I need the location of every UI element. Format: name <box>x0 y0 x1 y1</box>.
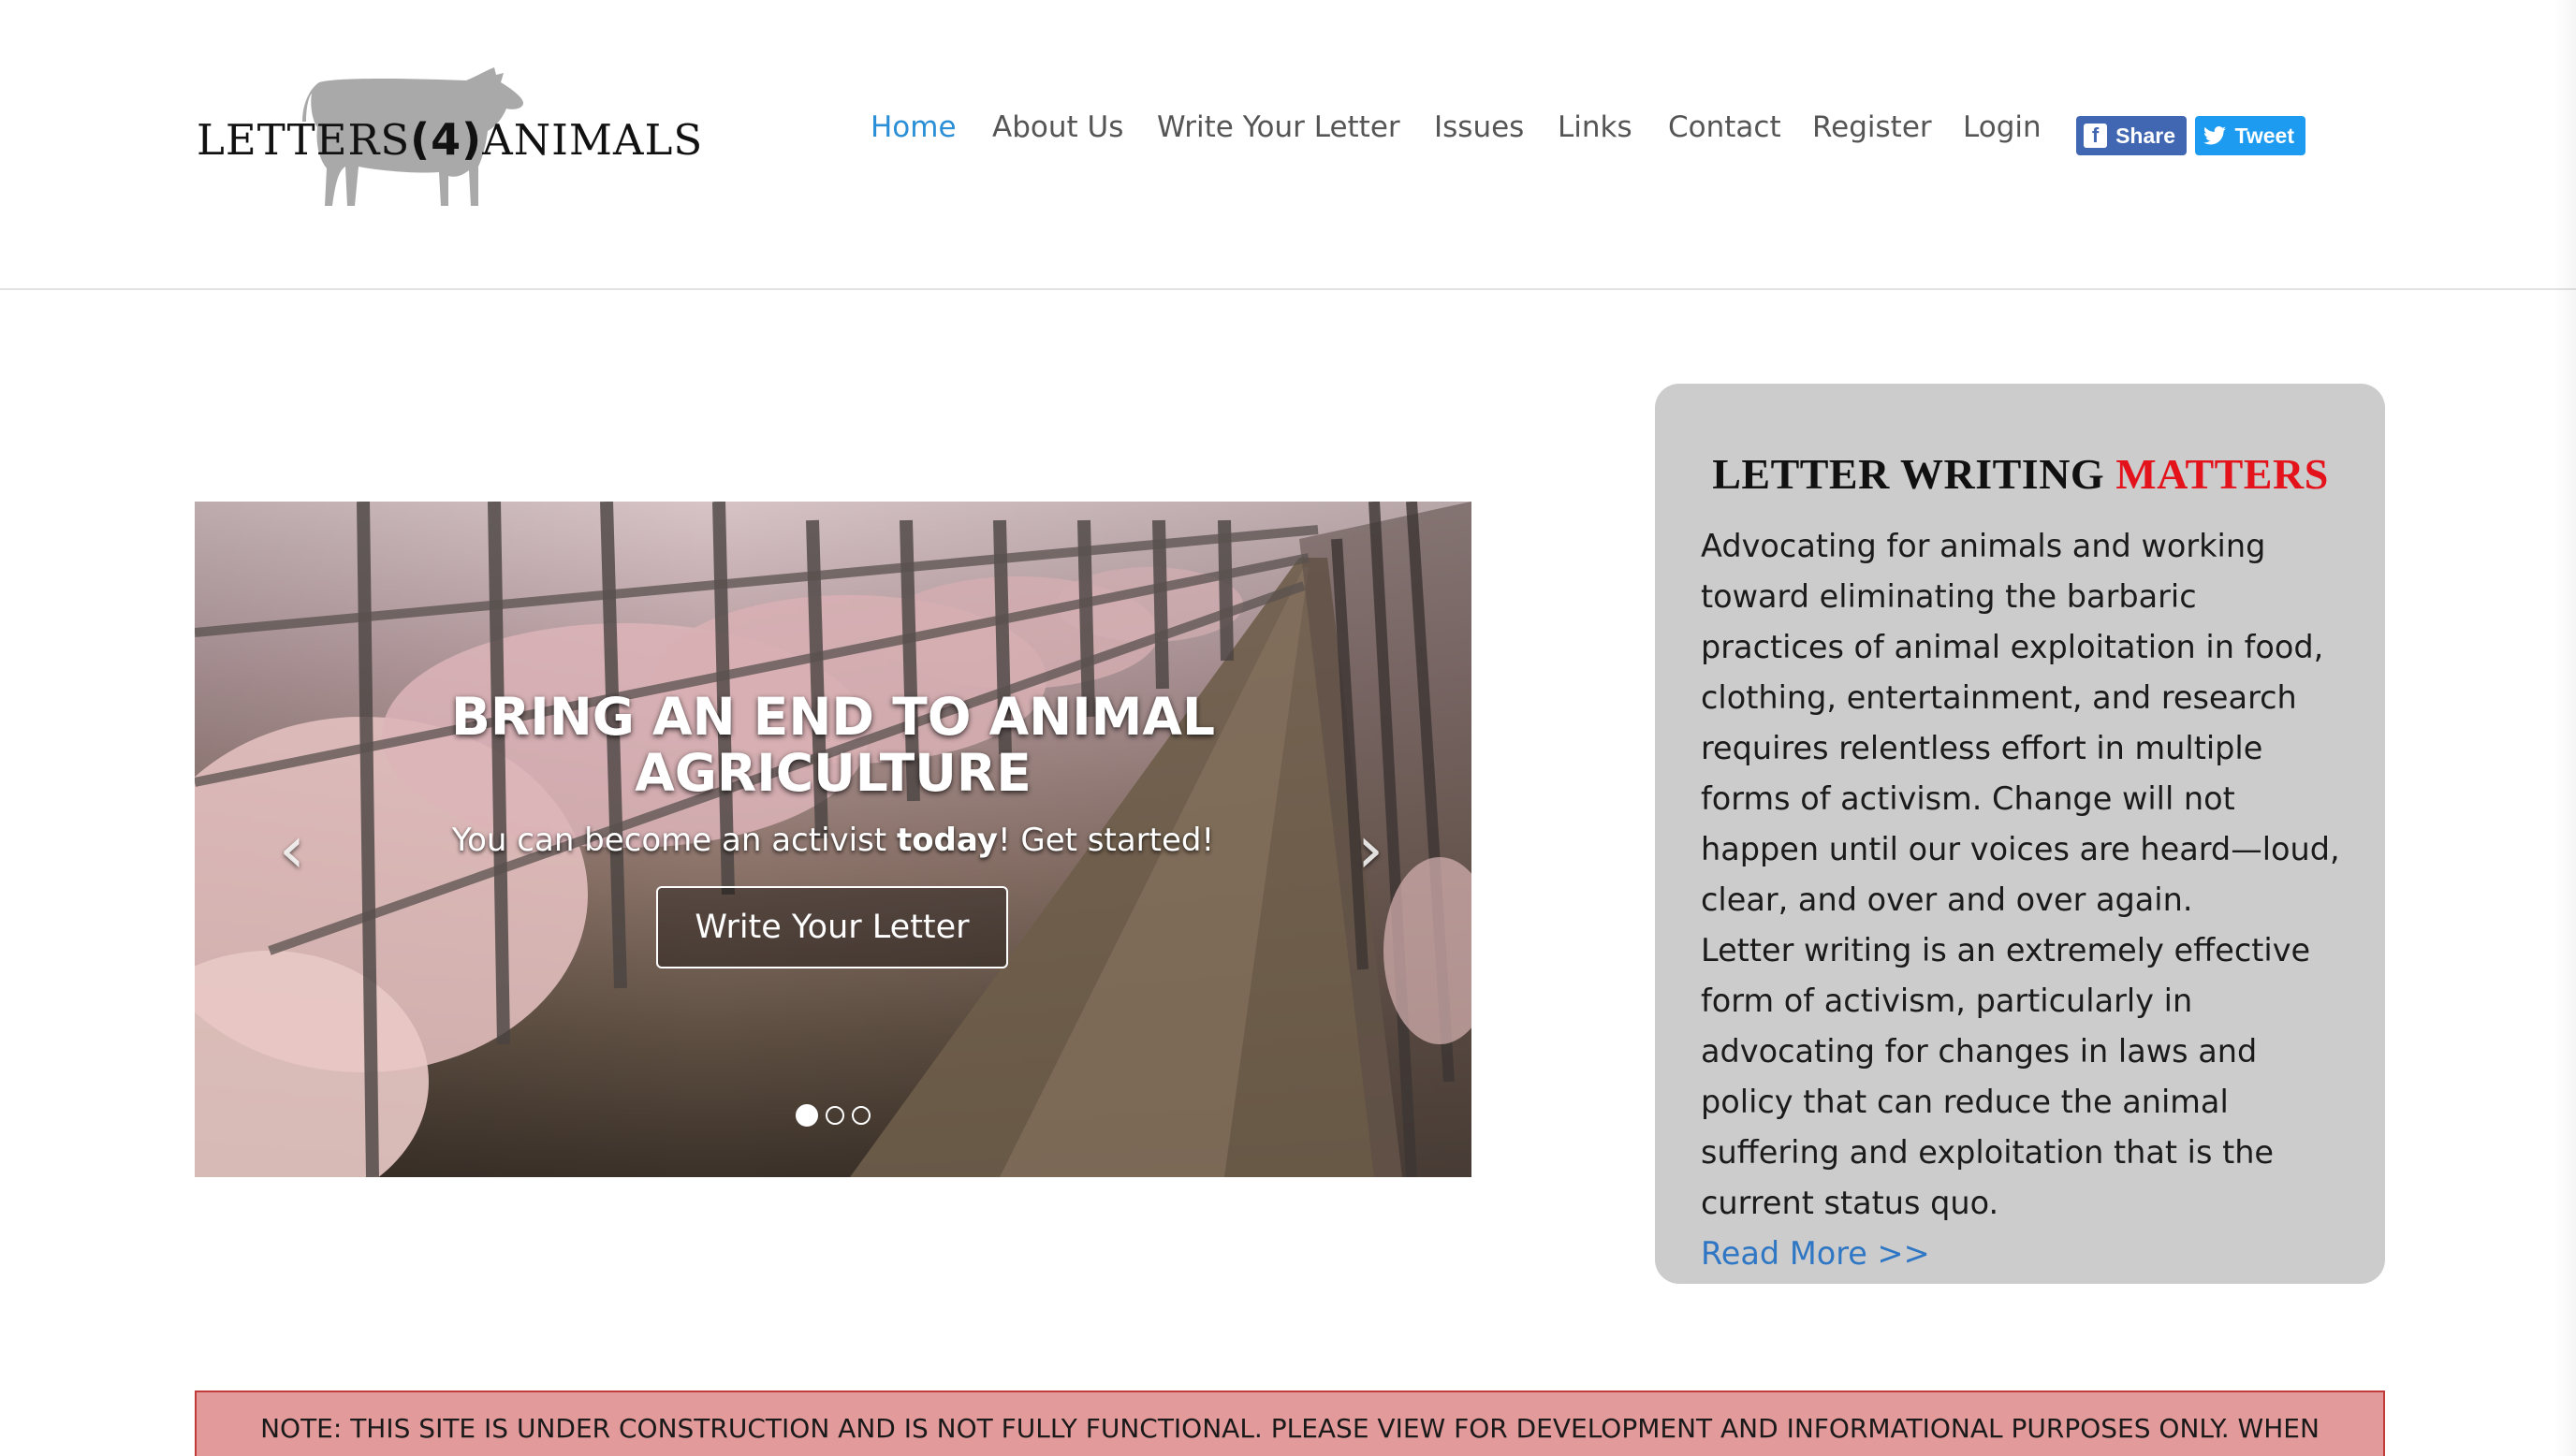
carousel-dot-2[interactable] <box>826 1106 844 1125</box>
twitter-tweet-button[interactable]: Tweet <box>2195 116 2305 155</box>
carousel-next-arrow-icon[interactable]: › <box>1342 812 1398 887</box>
hero-subtitle: You can become an activist today! Get st… <box>195 822 1471 859</box>
panel-paragraph-2: Letter writing is an extremely effective… <box>1701 932 2311 1221</box>
facebook-share-button[interactable]: f Share <box>2076 116 2187 155</box>
nav-item-about-us[interactable]: About Us <box>992 110 1123 144</box>
nav-item-home[interactable]: Home <box>871 110 957 144</box>
hero-carousel: BRING AN END TO ANIMAL AGRICULTURE You c… <box>195 502 1471 1177</box>
hero-subtitle-end: ! Get started! <box>997 822 1215 859</box>
carousel-dot-3[interactable] <box>852 1106 871 1125</box>
read-more-link[interactable]: Read More >> <box>1701 1229 2340 1279</box>
facebook-icon: f <box>2084 124 2108 148</box>
site-header: LETTERS(4)ANIMALS Home About Us Write Yo… <box>0 0 2576 290</box>
nav-item-write-your-letter[interactable]: Write Your Letter <box>1157 110 1400 144</box>
carousel-indicators <box>195 1104 1471 1127</box>
nav-item-contact[interactable]: Contact <box>1668 110 1781 144</box>
share-label: Share <box>2115 123 2175 148</box>
nav-item-links[interactable]: Links <box>1558 110 1632 144</box>
nav-item-login[interactable]: Login <box>1963 110 2042 144</box>
carousel-prev-arrow-icon[interactable]: ‹ <box>264 812 320 887</box>
carousel-dot-1[interactable] <box>796 1104 818 1127</box>
main-nav: Home About Us Write Your Letter Issues L… <box>0 110 2576 159</box>
nav-item-register[interactable]: Register <box>1812 110 1932 144</box>
write-your-letter-button[interactable]: Write Your Letter <box>656 886 1008 968</box>
panel-paragraph-1: Advocating for animals and working towar… <box>1701 528 2340 918</box>
hero-title-line-1: BRING AN END TO ANIMAL <box>450 687 1216 747</box>
hero-title: BRING AN END TO ANIMAL AGRICULTURE <box>195 689 1471 801</box>
tweet-label: Tweet <box>2234 123 2294 148</box>
hero-subtitle-emphasis: today <box>896 822 998 859</box>
hero-subtitle-start: You can become an activist <box>451 822 897 859</box>
page-edge-shadow <box>2554 0 2576 1456</box>
panel-title-main: LETTER WRITING <box>1712 450 2116 498</box>
nav-item-issues[interactable]: Issues <box>1434 110 1524 144</box>
panel-title: LETTER WRITING MATTERS <box>1701 449 2340 499</box>
panel-title-accent: MATTERS <box>2115 450 2329 498</box>
letter-writing-matters-panel: LETTER WRITING MATTERS Advocating for an… <box>1655 384 2385 1284</box>
twitter-bird-icon <box>2203 124 2227 148</box>
construction-notice: NOTE: THIS SITE IS UNDER CONSTRUCTION AN… <box>195 1390 2385 1456</box>
hero-title-line-2: AGRICULTURE <box>635 743 1032 803</box>
